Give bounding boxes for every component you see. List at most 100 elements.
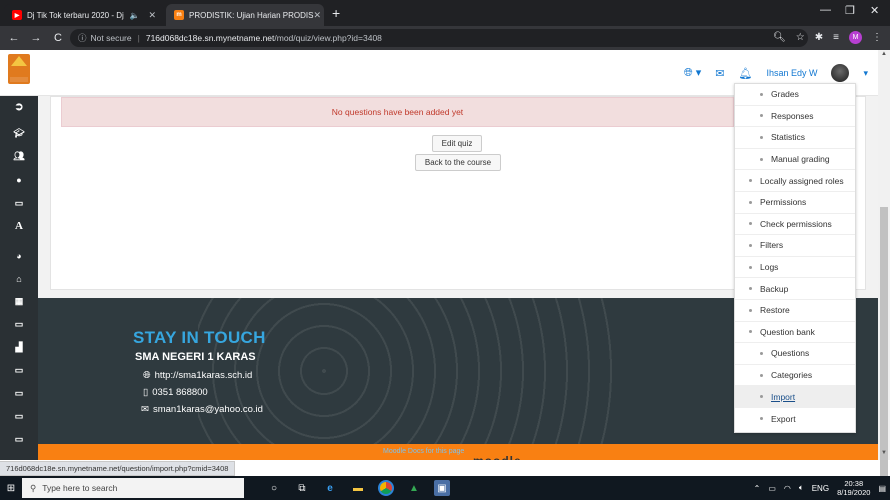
browser-tab-youtube[interactable]: ▶ Dj Tik Tok terbaru 2020 - Dj 🔈 ✕ (4, 4, 164, 26)
course-folder-icon[interactable]: ▭ (0, 434, 38, 445)
browser-toolbar: ← → C ⓘ Not secure | 716d068dc18e.sn.myn… (0, 26, 890, 50)
folder-icon[interactable]: ▭ (0, 198, 38, 209)
course-folder-icon[interactable]: ▭ (0, 411, 38, 422)
back-arrow-icon[interactable]: ← (6, 32, 22, 44)
window-close-icon[interactable]: ✕ (870, 4, 879, 17)
reload-icon[interactable]: C (50, 32, 66, 44)
phone-row: ▯ 0351 868800 (143, 387, 208, 398)
browser-tab-strip: ▶ Dj Tik Tok terbaru 2020 - Dj 🔈 ✕ m PRO… (0, 0, 890, 26)
menu-item-backup[interactable]: Backup (735, 278, 855, 300)
edit-quiz-button[interactable]: Edit quiz (432, 135, 482, 152)
quiz-administration-menu: Grades Responses Statistics Manual gradi… (734, 83, 856, 433)
battery-icon[interactable]: ▭ (768, 484, 776, 493)
close-icon[interactable]: ✕ (148, 10, 156, 21)
youtube-icon: ▶ (12, 10, 22, 20)
new-tab-button[interactable]: + (332, 5, 340, 21)
taskbar-search-box[interactable]: ⚲ Type here to search (22, 478, 244, 498)
page-scrollbar[interactable]: ▲ ▼ (878, 50, 890, 487)
dashboard-icon[interactable]: ◕ (0, 251, 38, 261)
forward-arrow-icon[interactable]: → (28, 32, 44, 44)
notification-center-icon[interactable]: ▤ (878, 484, 886, 493)
left-drawer-nav: ➲ 🎓︎ 👥︎ ● ▭ A ◕ ⌂ ▦ ▭ ▟ ▭ ▭ ▭ ▭ (0, 96, 38, 460)
user-name[interactable]: Ihsan Edy W (766, 68, 817, 78)
site-admin-icon[interactable]: ▟ (0, 342, 38, 353)
wifi-icon[interactable]: ◠ (784, 484, 791, 493)
scrollbar-thumb[interactable] (880, 207, 888, 487)
scroll-down-arrow-icon[interactable]: ▼ (881, 450, 887, 456)
drawer-toggle-icon[interactable]: ➲ (0, 100, 38, 113)
calendar-icon[interactable]: ▦ (0, 296, 38, 307)
grades-icon[interactable]: A (0, 220, 38, 232)
minimize-icon[interactable]: — (820, 4, 831, 16)
address-bar[interactable]: ⓘ Not secure | 716d068dc18e.sn.mynetname… (70, 29, 808, 47)
menu-item-manual-grading[interactable]: Manual grading (735, 149, 855, 171)
menu-kebab-icon[interactable]: ⋮ (872, 32, 882, 43)
home-icon[interactable]: ⌂ (0, 274, 38, 284)
back-to-course-button[interactable]: Back to the course (415, 154, 501, 171)
cortana-icon[interactable]: ○ (266, 480, 282, 496)
menu-item-categories[interactable]: Categories (735, 365, 855, 387)
language-globe-icon[interactable]: 🌐︎ ▾ (684, 66, 701, 80)
scroll-up-arrow-icon[interactable]: ▲ (881, 51, 887, 57)
info-icon[interactable]: ⓘ (78, 32, 87, 44)
search-icon: ⚲ (30, 482, 37, 493)
phone-number: 0351 868800 (152, 387, 208, 398)
app-icon[interactable]: ▣ (434, 480, 450, 496)
search-placeholder: Type here to search (42, 483, 118, 493)
separator: | (137, 33, 140, 43)
volume-icon[interactable]: 🔈︎ (799, 483, 804, 493)
task-view-icon[interactable]: ⧉ (294, 480, 310, 496)
tray-chevron-up-icon[interactable]: ⌃ (754, 484, 761, 493)
moodle-docs-link[interactable]: Moodle Docs for this page (383, 448, 464, 455)
audio-icon[interactable]: 🔈 (130, 11, 140, 20)
globe-icon: 🌐︎ (143, 370, 151, 381)
graduation-cap-icon[interactable]: 🎓︎ (0, 128, 38, 139)
badge-icon[interactable]: ● (0, 175, 38, 185)
menu-item-permissions[interactable]: Permissions (735, 192, 855, 214)
menu-item-responses[interactable]: Responses (735, 106, 855, 128)
menu-item-check-permissions[interactable]: Check permissions (735, 214, 855, 236)
website-link[interactable]: http://sma1karas.sch.id (155, 370, 253, 381)
menu-item-logs[interactable]: Logs (735, 257, 855, 279)
school-logo[interactable] (8, 54, 30, 84)
email-link[interactable]: sman1karas@yahoo.co.id (153, 404, 263, 415)
menu-item-questions[interactable]: Questions (735, 343, 855, 365)
media-queue-icon[interactable]: ≡ (833, 32, 839, 43)
email-row[interactable]: ✉ sman1karas@yahoo.co.id (141, 404, 263, 415)
chrome-icon[interactable] (378, 480, 394, 496)
user-avatar[interactable] (831, 64, 850, 82)
footer-heading: STAY IN TOUCH (133, 328, 266, 347)
star-icon[interactable]: ☆ (796, 32, 805, 43)
chevron-down-icon[interactable]: ▾ (863, 68, 868, 79)
close-icon[interactable]: ✕ (313, 10, 321, 21)
course-folder-icon[interactable]: ▭ (0, 365, 38, 376)
menu-item-filters[interactable]: Filters (735, 235, 855, 257)
users-icon[interactable]: 👥︎ (0, 151, 38, 162)
moodle-footer-bar: Moodle Docs for this page moodle (38, 444, 878, 460)
menu-item-grades[interactable]: Grades (735, 84, 855, 106)
system-tray: ⌃ ▭ ◠ 🔈︎ ENG 20:38 8/19/2020 ▤ (754, 476, 886, 500)
windows-start-icon[interactable]: ⊞ (0, 476, 22, 500)
language-indicator[interactable]: ENG (812, 484, 829, 493)
extensions-icon[interactable]: ✱ (815, 32, 823, 43)
restore-icon[interactable]: ❐ (845, 4, 855, 17)
notifications-bell-icon[interactable]: 🔔︎ (738, 67, 752, 80)
menu-item-locally-assigned-roles[interactable]: Locally assigned roles (735, 170, 855, 192)
file-explorer-icon[interactable]: ▬ (350, 480, 366, 496)
browser-tab-prodistik[interactable]: m PRODISTIK: Ujian Harian PRODIS ✕ (166, 4, 324, 26)
menu-item-import[interactable]: Import (735, 386, 855, 408)
messages-envelope-icon[interactable]: ✉ (715, 67, 724, 80)
menu-item-restore[interactable]: Restore (735, 300, 855, 322)
clock-time: 20:38 (844, 479, 864, 488)
private-files-icon[interactable]: ▭ (0, 319, 38, 330)
menu-item-export[interactable]: Export (735, 408, 855, 430)
zoom-icon[interactable]: 🔍︎ (773, 32, 786, 43)
course-folder-icon[interactable]: ▭ (0, 388, 38, 399)
website-row[interactable]: 🌐︎ http://sma1karas.sch.id (143, 370, 252, 381)
profile-avatar[interactable]: M (849, 31, 862, 44)
clock[interactable]: 20:38 8/19/2020 (837, 479, 870, 497)
menu-item-statistics[interactable]: Statistics (735, 127, 855, 149)
menu-item-question-bank[interactable]: Question bank (735, 322, 855, 344)
edge-icon[interactable]: e (322, 480, 338, 496)
google-drive-icon[interactable]: ▲ (406, 480, 422, 496)
